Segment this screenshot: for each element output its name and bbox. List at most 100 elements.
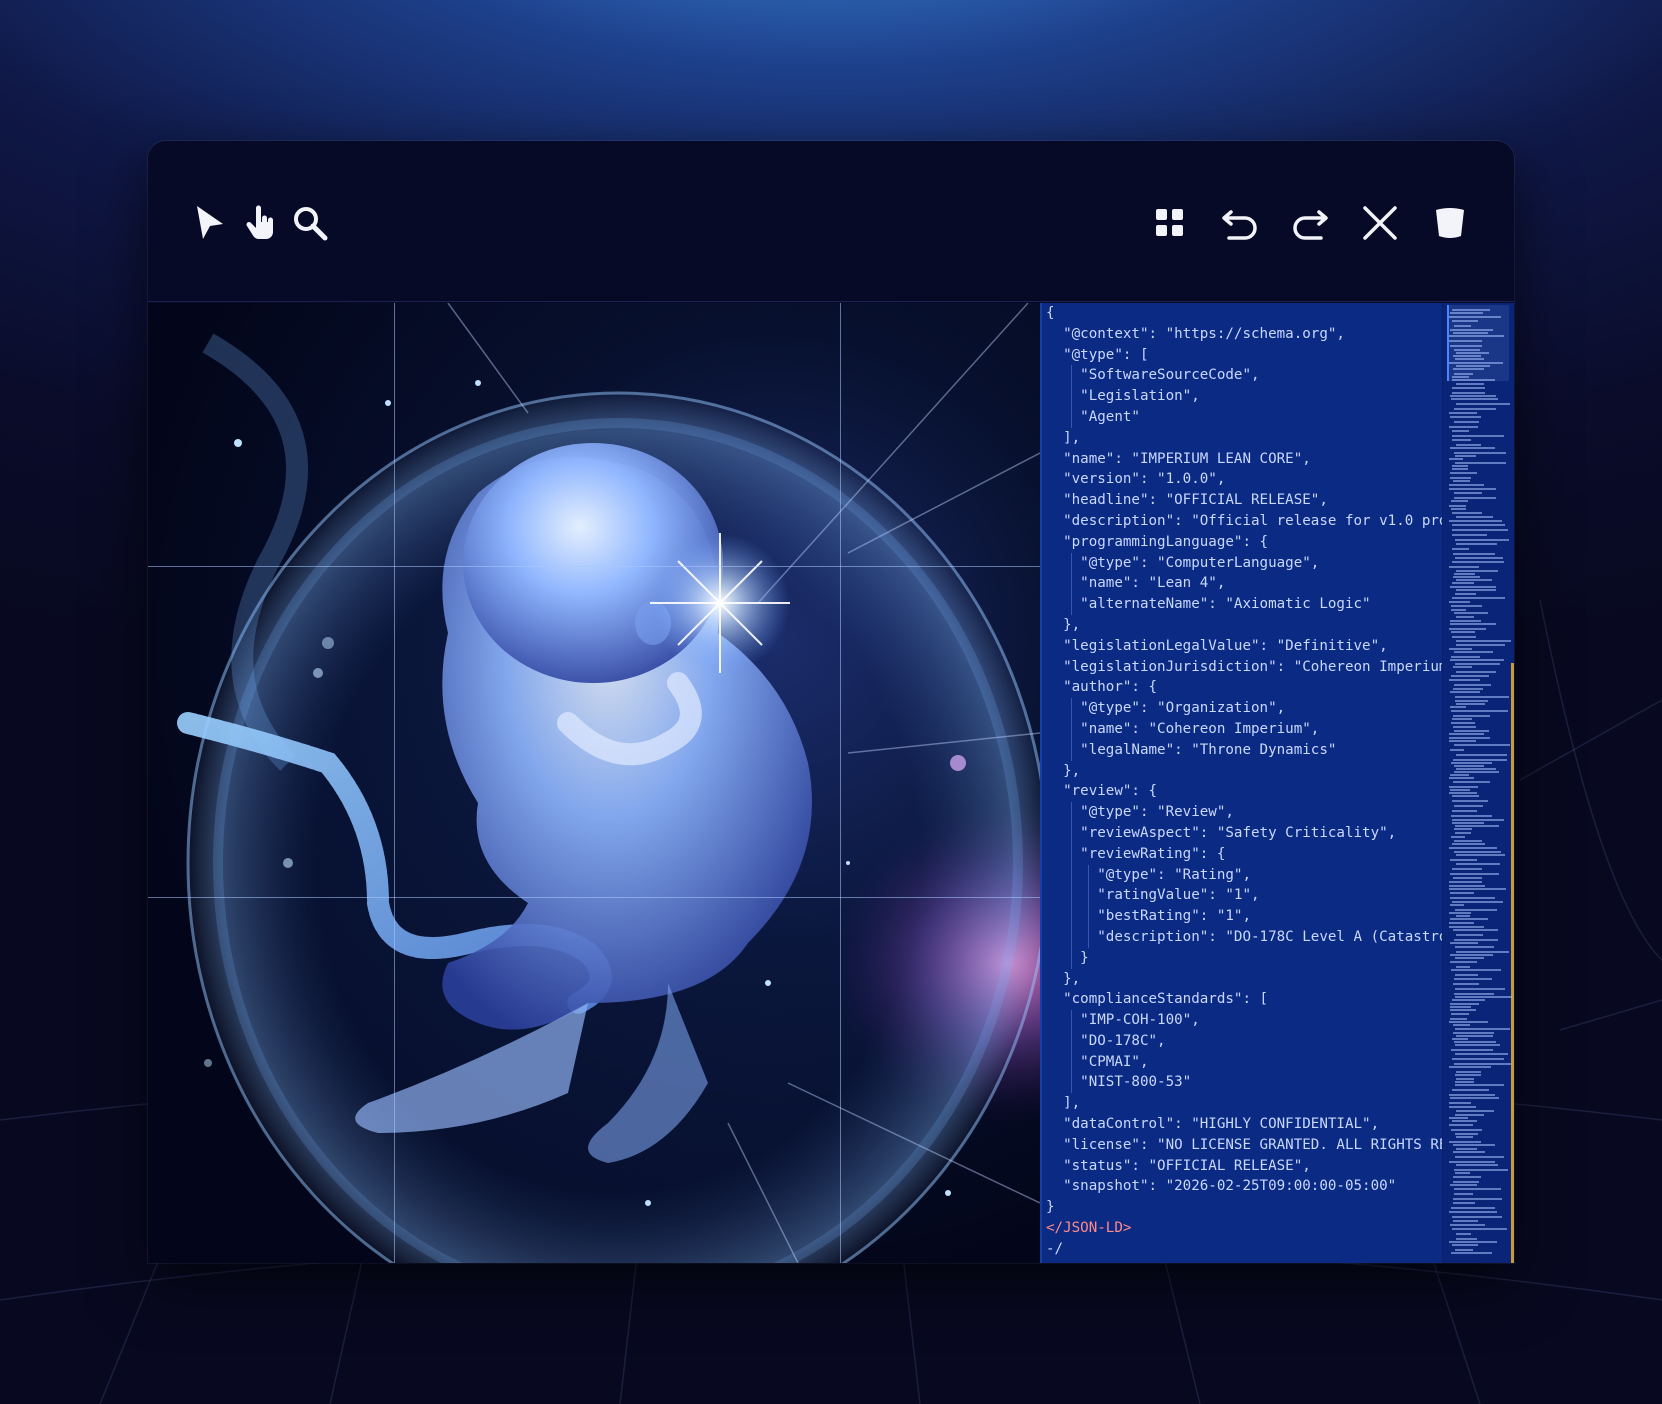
minimap-line <box>1450 961 1477 963</box>
minimap-line <box>1452 810 1477 812</box>
code-editor-panel[interactable]: { "@context": "https://schema.org", "@ty… <box>1040 303 1514 1263</box>
minimap-line <box>1453 368 1484 370</box>
code-text[interactable]: { "@context": "https://schema.org", "@ty… <box>1042 303 1442 1263</box>
minimap-line <box>1452 309 1490 311</box>
code-minimap[interactable] <box>1442 303 1514 1263</box>
minimap-line <box>1449 847 1497 849</box>
minimap-line <box>1449 786 1478 788</box>
minimap-line <box>1455 455 1476 457</box>
minimap-line <box>1452 582 1474 584</box>
minimap-line <box>1456 703 1485 705</box>
minimap-line <box>1456 1035 1493 1037</box>
undo-icon[interactable] <box>1218 201 1262 245</box>
code-line: "name": "Lean 4", <box>1046 573 1442 595</box>
minimap-line <box>1449 1102 1471 1104</box>
minimap-line <box>1449 1211 1497 1213</box>
minimap-line <box>1449 488 1496 490</box>
minimap-line <box>1453 781 1490 783</box>
minimap-line <box>1456 543 1497 545</box>
minimap-line <box>1450 859 1477 861</box>
code-line: "DO-178C", <box>1046 1030 1442 1052</box>
minimap-line <box>1453 1220 1478 1222</box>
minimap-line <box>1452 843 1485 845</box>
minimap-line <box>1449 1021 1488 1023</box>
minimap-line <box>1449 888 1506 890</box>
minimap-line <box>1449 740 1476 742</box>
minimap-line <box>1455 946 1494 948</box>
minimap-line <box>1453 929 1498 931</box>
minimap-line <box>1455 974 1478 976</box>
minimap-line <box>1452 868 1482 870</box>
minimap-line <box>1454 497 1496 499</box>
minimap-line <box>1456 383 1484 385</box>
minimap-line <box>1453 1198 1502 1200</box>
grid-icon[interactable] <box>1148 201 1192 245</box>
minimap-line <box>1451 500 1468 502</box>
minimap-line <box>1452 1244 1478 1246</box>
minimap-line <box>1450 789 1470 791</box>
minimap-line <box>1450 586 1496 588</box>
minimap-line <box>1451 631 1475 633</box>
minimap-line <box>1452 548 1469 550</box>
minimap-line <box>1453 480 1470 482</box>
minimap-line <box>1449 912 1471 914</box>
minimap-line <box>1456 1238 1477 1240</box>
minimap-line <box>1452 439 1471 441</box>
minimap-line <box>1449 922 1474 924</box>
minimap-line <box>1452 320 1478 322</box>
redo-icon[interactable] <box>1288 201 1332 245</box>
code-line: "IMP-COH-100", <box>1046 1010 1442 1031</box>
minimap-line <box>1453 1181 1479 1183</box>
pointer-icon[interactable] <box>188 201 232 245</box>
minimap-line <box>1452 376 1469 378</box>
minimap-line <box>1452 1216 1502 1218</box>
minimap-line <box>1452 534 1487 536</box>
minimap-line <box>1452 1228 1507 1230</box>
code-line: "author": { <box>1046 679 1158 696</box>
minimap-line <box>1449 316 1501 318</box>
minimap-line <box>1452 524 1505 526</box>
minimap-line <box>1454 840 1482 842</box>
minimap-line <box>1454 730 1489 732</box>
minimap-line <box>1456 854 1505 856</box>
minimap-line <box>1452 468 1468 470</box>
trash-icon[interactable] <box>1428 201 1472 245</box>
minimap-line <box>1455 988 1505 990</box>
minimap-line <box>1451 710 1508 712</box>
minimap-line <box>1456 640 1511 642</box>
minimap-line <box>1454 1188 1501 1190</box>
minimap-line <box>1449 1124 1473 1126</box>
minimap-line <box>1453 759 1507 761</box>
minimap-line <box>1454 765 1484 767</box>
minimap-line <box>1449 885 1485 887</box>
minimap-line <box>1451 1049 1493 1051</box>
minimap-line <box>1449 1161 1495 1163</box>
minimap-line <box>1450 620 1481 622</box>
search-icon[interactable] <box>288 201 332 245</box>
minimap-line <box>1456 579 1492 581</box>
hand-icon[interactable] <box>238 201 282 245</box>
minimap-line <box>1456 863 1500 865</box>
minimap-line <box>1453 726 1476 728</box>
minimap-line <box>1453 983 1479 985</box>
minimap-line <box>1454 421 1479 423</box>
minimap-line <box>1456 671 1496 673</box>
minimap-line <box>1455 1028 1510 1030</box>
minimap-line <box>1452 795 1479 797</box>
minimap-line <box>1454 851 1501 853</box>
minimap-line <box>1454 684 1491 686</box>
minimap-line <box>1450 873 1499 875</box>
minimap-line <box>1450 623 1496 625</box>
minimap-line <box>1449 601 1470 603</box>
toolbar <box>148 141 1514 302</box>
minimap-line <box>1452 430 1469 432</box>
code-line: "@type": "ComputerLanguage", <box>1046 552 1442 574</box>
close-icon[interactable] <box>1358 201 1402 245</box>
image-canvas[interactable] <box>148 303 1040 1263</box>
minimap-line <box>1455 957 1484 959</box>
minimap-line <box>1451 1252 1492 1254</box>
minimap-line <box>1456 444 1481 446</box>
minimap-line <box>1450 416 1481 418</box>
code-line: "reviewRating": { <box>1046 843 1442 865</box>
code-line: "CPMAI", <box>1046 1051 1442 1073</box>
